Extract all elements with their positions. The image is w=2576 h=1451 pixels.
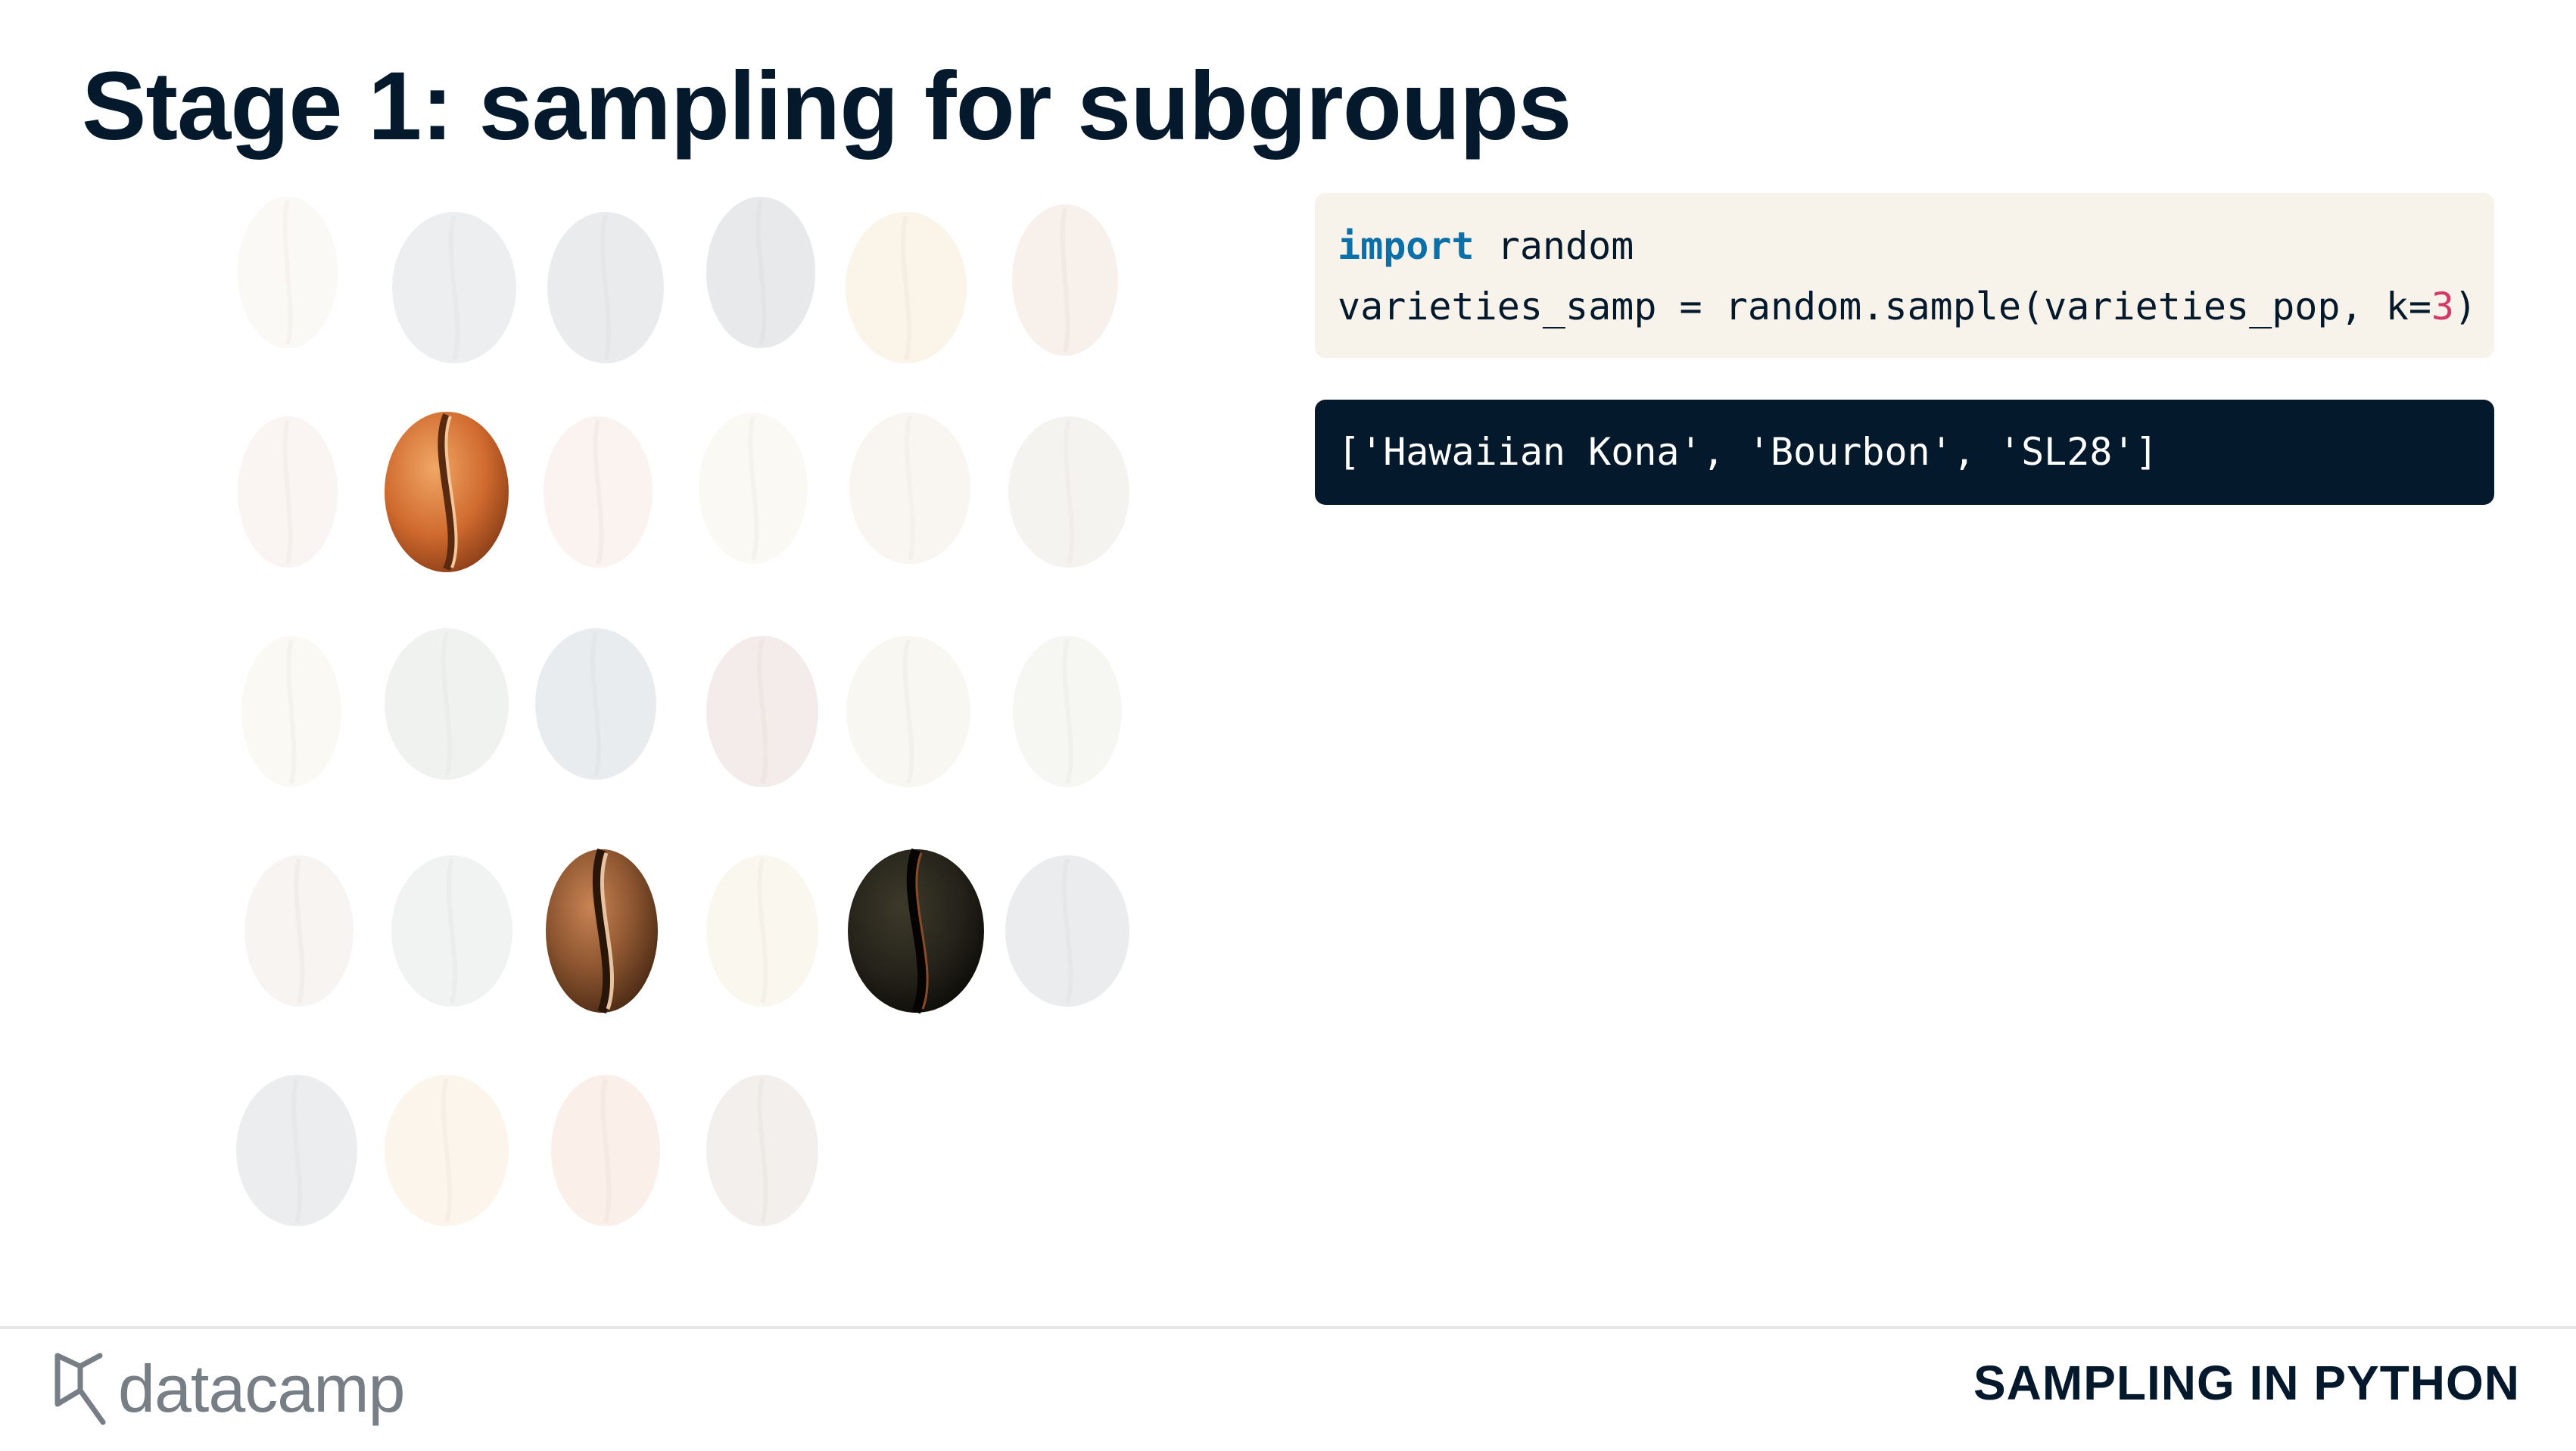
code-line-2-suffix: ) [2454,285,2478,328]
coffee-bean-icon [238,632,344,791]
coffee-bean-icon [390,852,515,1010]
coffee-bean-icon [1011,632,1124,791]
coffee-bean-icon [235,1071,360,1230]
coffee-bean-icon [844,632,973,791]
coffee-bean-icon [382,1071,511,1230]
coffee-bean-icon [235,193,341,352]
coffee-bean-icon [382,409,511,575]
code-line-1-text: random [1474,224,1634,268]
code-line-2-text: varieties_samp = random.sample(varieties… [1338,285,2431,328]
coffee-bean-icon [704,1071,821,1230]
coffee-bean-icon [541,844,662,1018]
coffee-bean-icon [1007,413,1132,571]
coffee-bean-icon [696,409,810,568]
coffee-bean-icon [844,844,988,1018]
footer-divider [0,1326,2576,1329]
coffee-bean-icon [235,413,341,571]
slide-title: Stage 1: sampling for subgroups [82,52,1571,160]
datacamp-logo-icon [55,1353,106,1425]
coffee-bean-icon [545,208,666,367]
coffee-bean-icon [541,413,655,571]
coffee-bean-icon [534,624,659,783]
coffee-bean-grid [227,193,1173,1253]
course-name: SAMPLING IN PYTHON [1973,1356,2520,1410]
coffee-bean-icon [390,208,519,367]
code-block: import random varieties_samp = random.sa… [1315,193,2494,358]
coffee-bean-icon [1003,852,1132,1010]
code-keyword-import: import [1338,224,1475,268]
coffee-bean-icon [549,1071,662,1230]
datacamp-logo: datacamp [53,1351,405,1427]
logo-text: datacamp [118,1351,405,1426]
coffee-bean-icon [704,852,821,1010]
code-number-literal: 3 [2431,285,2455,328]
coffee-bean-icon [848,409,973,568]
coffee-bean-icon [704,193,818,352]
coffee-bean-icon [844,208,969,367]
output-block: ['Hawaiian Kona', 'Bourbon', 'SL28'] [1315,400,2494,505]
coffee-bean-icon [1011,201,1120,360]
coffee-bean-icon [242,852,356,1010]
output-text: ['Hawaiian Kona', 'Bourbon', 'SL28'] [1338,430,2158,474]
coffee-bean-icon [704,632,821,791]
coffee-bean-icon [382,624,511,783]
